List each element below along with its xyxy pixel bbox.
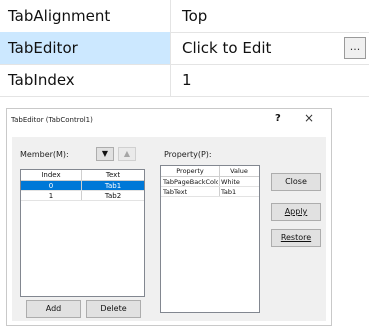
property-editor-row[interactable]: TabPageBackColor White — [161, 177, 259, 187]
member-index: 0 — [48, 182, 54, 190]
property-row-tabeditor[interactable]: TabEditor Click to Edit ... — [0, 32, 369, 65]
property-editor-name: TabPageBackColor — [163, 178, 218, 186]
close-button[interactable]: Close — [271, 173, 321, 191]
column-header-value: Value — [230, 167, 248, 175]
ellipsis-button[interactable]: ... — [344, 37, 366, 59]
apply-button[interactable]: Apply — [271, 203, 321, 221]
member-label: Member(M): — [20, 150, 69, 159]
property-editor-header: Property Value — [161, 166, 259, 177]
column-divider — [170, 32, 171, 64]
dialog-titlebar[interactable]: TabEditor (TabControl1) ? × — [7, 109, 331, 133]
property-row-tabalignment[interactable]: TabAlignment Top — [0, 0, 369, 33]
property-name: TabIndex — [8, 71, 75, 89]
member-index: 1 — [48, 192, 54, 200]
column-divider — [170, 64, 171, 96]
property-name: TabEditor — [8, 39, 78, 57]
column-divider — [170, 0, 171, 32]
property-editor-value[interactable]: White — [221, 177, 258, 187]
add-button[interactable]: Add — [26, 300, 81, 318]
tab-editor-dialog: TabEditor (TabControl1) ? × Member(M): ▼… — [6, 108, 332, 326]
dialog-client-area: Member(M): ▼ ▲ Index Text 0 Tab1 1 Tab2 … — [12, 137, 326, 321]
property-value[interactable]: Click to Edit — [182, 39, 271, 57]
property-name: TabAlignment — [8, 7, 111, 25]
property-editor-row[interactable]: TabText Tab1 — [161, 187, 259, 197]
column-header-text: Text — [105, 171, 121, 179]
property-label: Property(P): — [164, 150, 212, 159]
property-editor-name: TabText — [163, 188, 188, 196]
restore-button[interactable]: Restore — [271, 229, 321, 247]
move-up-button[interactable]: ▲ — [118, 147, 136, 161]
member-row[interactable]: 1 Tab2 — [21, 191, 144, 201]
property-editor-value[interactable]: Tab1 — [221, 187, 258, 197]
delete-button[interactable]: Delete — [86, 300, 141, 318]
property-value[interactable]: Top — [182, 7, 207, 25]
column-header-index: Index — [41, 171, 61, 179]
member-list-header: Index Text — [21, 170, 144, 181]
property-row-tabindex[interactable]: TabIndex 1 — [0, 64, 369, 97]
property-editor-grid[interactable]: Property Value TabPageBackColor White Ta… — [160, 165, 260, 313]
property-grid: TabAlignment Top TabEditor Click to Edit… — [0, 0, 369, 97]
help-button[interactable]: ? — [275, 113, 281, 124]
member-list[interactable]: Index Text 0 Tab1 1 Tab2 — [20, 169, 145, 297]
column-header-property: Property — [176, 167, 204, 175]
close-icon[interactable]: × — [304, 111, 314, 125]
dialog-title: TabEditor (TabControl1) — [11, 116, 93, 124]
member-text: Tab1 — [104, 182, 122, 190]
property-value[interactable]: 1 — [182, 71, 192, 89]
member-row[interactable]: 0 Tab1 — [21, 181, 144, 191]
move-down-button[interactable]: ▼ — [96, 147, 114, 161]
member-text: Tab2 — [104, 192, 122, 200]
